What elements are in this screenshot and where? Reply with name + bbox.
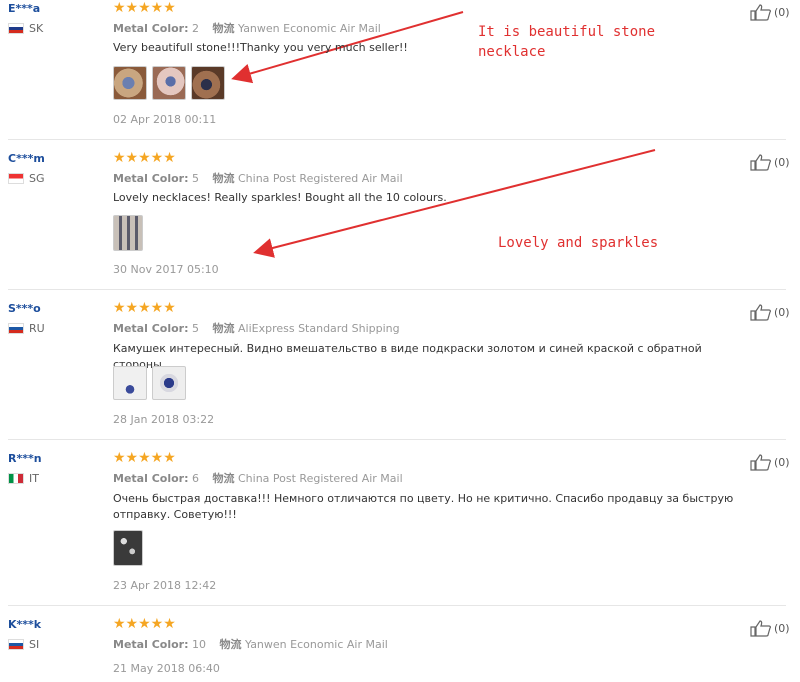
review-photo[interactable] [113,530,143,566]
annotation-lovely-sparkles: Lovely and sparkles [498,235,659,251]
review-photo[interactable] [191,66,225,100]
helpful-button[interactable]: (0) [750,619,790,637]
reviewer-name[interactable]: S***o [8,302,41,315]
shipping-label: 物流 [212,472,235,485]
metal-color-value: 10 [191,638,206,651]
helpful-count: (0) [774,305,790,319]
review-photo[interactable] [152,66,186,100]
review-meta: Metal Color: 5 物流 AliExpress Standard Sh… [113,320,400,336]
helpful-count: (0) [774,455,790,469]
country-code: SK [29,22,44,35]
thumbs-up-icon [750,620,772,637]
helpful-button[interactable]: (0) [750,153,790,171]
review-meta: Metal Color: 10 物流 Yanwen Economic Air M… [113,636,388,652]
helpful-count: (0) [774,155,790,169]
reviewer-name[interactable]: R***n [8,452,42,465]
metal-color-label: Metal Color: [113,472,189,485]
helpful-button[interactable]: (0) [750,3,790,21]
metal-color-value: 5 [191,322,199,335]
review-date: 28 Jan 2018 03:22 [113,413,215,426]
review-item: K***k SI ★★★★★ Metal Color: 10 物流 Yanwen… [0,616,800,682]
review-photos [113,530,143,566]
rating-stars: ★★★★★ [113,616,176,632]
flag-sk-icon [8,23,24,34]
review-meta: Metal Color: 2 物流 Yanwen Economic Air Ma… [113,20,381,36]
review-item: C***m SG ★★★★★ Metal Color: 5 物流 China P… [0,150,800,290]
review-date: 30 Nov 2017 05:10 [113,263,219,276]
country-code: IT [29,472,39,485]
helpful-button[interactable]: (0) [750,303,790,321]
reviewer-country: SK [8,22,43,35]
reviewer-country: SG [8,172,45,185]
country-code: SI [29,638,40,651]
metal-color-value: 6 [191,472,199,485]
shipping-label: 物流 [212,22,235,35]
review-item: S***o RU ★★★★★ Metal Color: 5 物流 AliExpr… [0,300,800,440]
annotation-beautiful-stone: It is beautiful stone necklace [478,24,656,60]
shipping-value: AliExpress Standard Shipping [237,322,400,335]
reviewer-country: RU [8,322,45,335]
review-text: Very beautifull stone!!!Thanky you very … [113,41,408,54]
review-photos [113,66,225,100]
metal-color-value: 2 [191,22,199,35]
shipping-value: Yanwen Economic Air Mail [237,22,381,35]
review-text: Очень быстрая доставка!!! Немного отлича… [113,492,734,521]
thumbs-up-icon [750,454,772,471]
country-code: SG [29,172,45,185]
reviewer-country: IT [8,472,39,485]
review-date: 21 May 2018 06:40 [113,662,220,675]
review-date: 23 Apr 2018 12:42 [113,579,217,592]
review-item: E***a SK ★★★★★ Metal Color: 2 物流 Yanwen … [0,0,800,140]
flag-sg-icon [8,173,24,184]
helpful-count: (0) [774,5,790,19]
review-photos [113,366,186,400]
rating-stars: ★★★★★ [113,300,176,316]
rating-stars: ★★★★★ [113,0,176,16]
review-date: 02 Apr 2018 00:11 [113,113,217,126]
helpful-button[interactable]: (0) [750,453,790,471]
flag-it-icon [8,473,24,484]
shipping-value: Yanwen Economic Air Mail [244,638,388,651]
review-meta: Metal Color: 6 物流 China Post Registered … [113,470,403,486]
review-text: Lovely necklaces! Really sparkles! Bough… [113,191,447,204]
reviewer-name[interactable]: E***a [8,2,40,15]
review-photos [113,215,143,251]
review-photo[interactable] [113,215,143,251]
rating-stars: ★★★★★ [113,150,176,166]
flag-ru-icon [8,323,24,334]
review-photo[interactable] [152,366,186,400]
metal-color-label: Metal Color: [113,172,189,185]
review-item: R***n IT ★★★★★ Metal Color: 6 物流 China P… [0,450,800,606]
thumbs-up-icon [750,4,772,21]
reviewer-name[interactable]: C***m [8,152,45,165]
shipping-value: China Post Registered Air Mail [237,172,403,185]
metal-color-label: Metal Color: [113,322,189,335]
shipping-label: 物流 [212,322,235,335]
thumbs-up-icon [750,154,772,171]
metal-color-value: 5 [191,172,199,185]
rating-stars: ★★★★★ [113,450,176,466]
review-text: Камушек интересный. Видно вмешательство … [113,342,702,371]
flag-si-icon [8,639,24,650]
reviewer-country: SI [8,638,39,651]
metal-color-label: Metal Color: [113,22,189,35]
review-meta: Metal Color: 5 物流 China Post Registered … [113,170,403,186]
helpful-count: (0) [774,621,790,635]
shipping-label: 物流 [212,172,235,185]
reviewer-name[interactable]: K***k [8,618,41,631]
review-photo[interactable] [113,66,147,100]
thumbs-up-icon [750,304,772,321]
review-photo[interactable] [113,366,147,400]
country-code: RU [29,322,45,335]
shipping-value: China Post Registered Air Mail [237,472,403,485]
metal-color-label: Metal Color: [113,638,189,651]
shipping-label: 物流 [219,638,242,651]
